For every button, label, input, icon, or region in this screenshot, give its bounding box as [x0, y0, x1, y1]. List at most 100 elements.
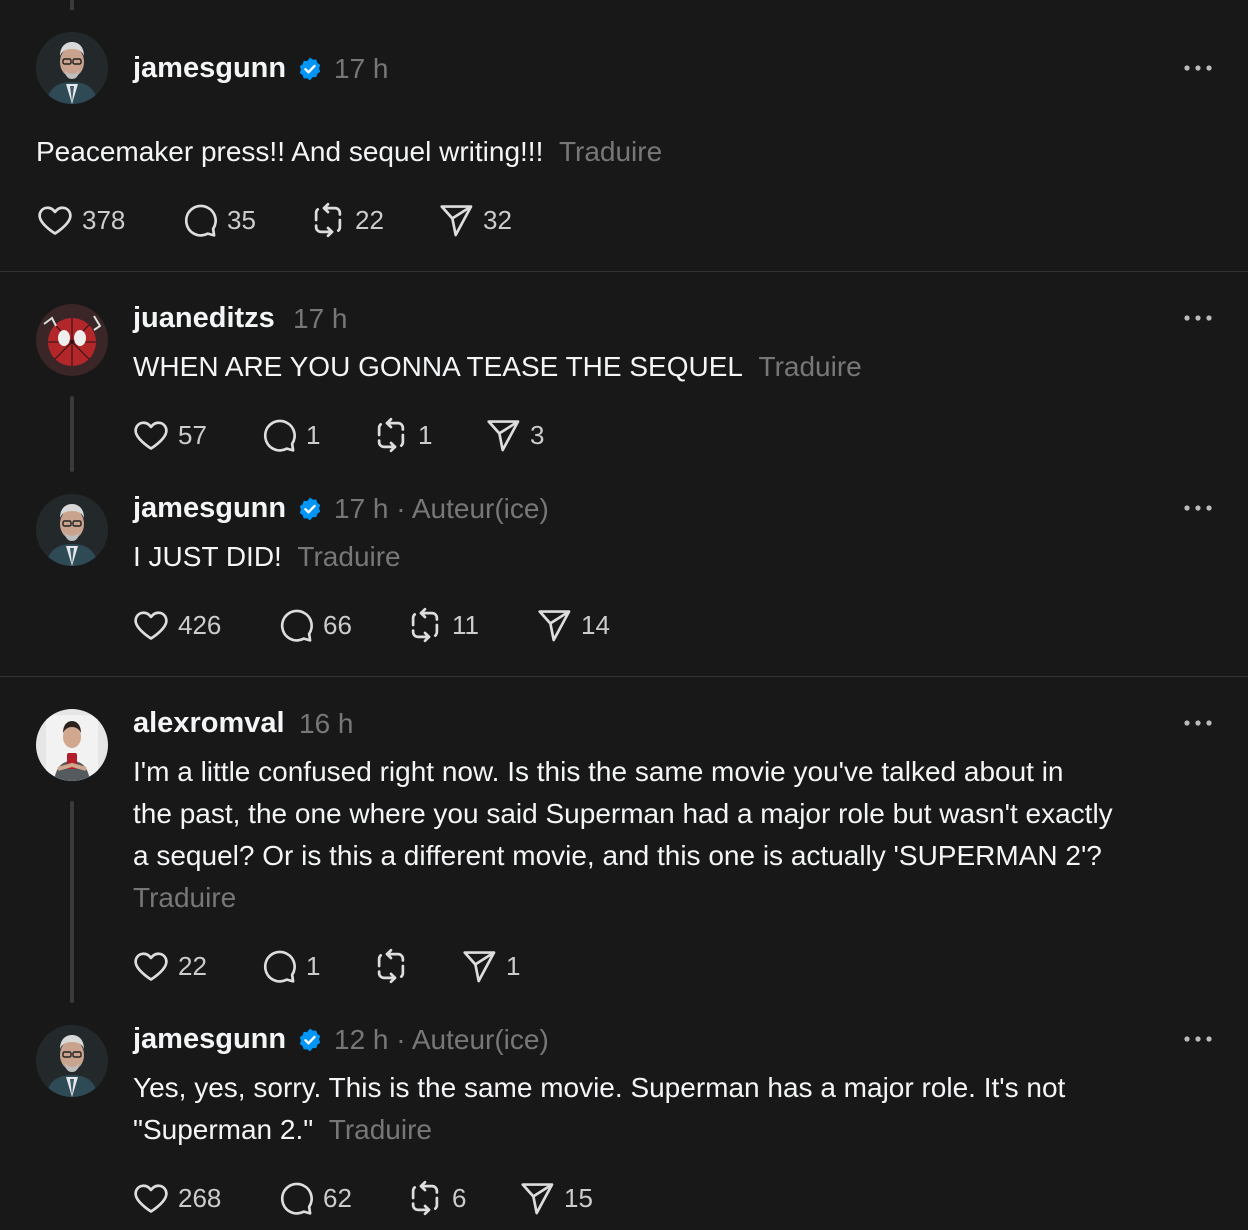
- action-bar: 57 1 1 3: [132, 415, 732, 455]
- translate-link[interactable]: Traduire: [329, 1114, 432, 1145]
- translate-link[interactable]: Traduire: [759, 351, 862, 382]
- action-bar: 378 35 22 32: [36, 200, 636, 240]
- send-icon: [518, 1179, 556, 1217]
- post-body: WHEN ARE YOU GONNA TEASE THE SEQUEL: [133, 351, 743, 382]
- thread-line: [70, 801, 74, 1003]
- heart-icon: [132, 606, 170, 644]
- share-button[interactable]: 32: [437, 200, 512, 240]
- reply-count: 62: [323, 1183, 352, 1213]
- repost-button[interactable]: [372, 946, 418, 986]
- share-count: 15: [564, 1183, 593, 1213]
- like-button[interactable]: 57: [132, 415, 207, 455]
- send-icon: [484, 416, 522, 454]
- translate-link[interactable]: Traduire: [559, 136, 662, 167]
- repost-button[interactable]: 1: [372, 415, 432, 455]
- avatar[interactable]: [36, 1025, 108, 1097]
- heart-icon: [132, 416, 170, 454]
- repost-icon: [309, 201, 347, 239]
- avatar[interactable]: [36, 32, 108, 104]
- post-text: I'm a little confused right now. Is this…: [133, 751, 1233, 919]
- more-options-icon[interactable]: [1183, 719, 1213, 727]
- share-count: 3: [530, 420, 545, 450]
- post-text-line: a sequel? Or is this a different movie, …: [133, 840, 1102, 871]
- send-icon: [460, 947, 498, 985]
- post-time: 17 h: [334, 53, 389, 84]
- more-options-icon[interactable]: [1183, 314, 1213, 322]
- username[interactable]: juaneditzs: [133, 300, 275, 336]
- verified-badge-icon: [297, 56, 323, 82]
- comment-icon: [181, 201, 219, 239]
- post-text: Peacemaker press!! And sequel writing!!!…: [36, 131, 1216, 173]
- translate-link[interactable]: Traduire: [297, 541, 400, 572]
- comment-icon: [260, 947, 298, 985]
- reply-button[interactable]: 66: [277, 605, 352, 645]
- share-count: 32: [483, 205, 512, 235]
- repost-icon: [406, 606, 444, 644]
- heart-icon: [36, 201, 74, 239]
- reply-count: 66: [323, 610, 352, 640]
- translate-link[interactable]: Traduire: [133, 877, 1233, 919]
- share-count: 1: [506, 951, 521, 981]
- repost-count: 22: [355, 205, 384, 235]
- reply-count: 35: [227, 205, 256, 235]
- reply-count: 1: [306, 951, 321, 981]
- thread-connector-top: [70, 0, 74, 10]
- post-text: Yes, yes, sorry. This is the same movie.…: [133, 1067, 1223, 1151]
- more-options-icon[interactable]: [1183, 504, 1213, 512]
- post-time: 17 h · Auteur(ice): [334, 493, 549, 524]
- action-bar: 268 62 6 15: [132, 1178, 732, 1218]
- post-text: WHEN ARE YOU GONNA TEASE THE SEQUEL Trad…: [133, 346, 1223, 388]
- avatar[interactable]: [36, 494, 108, 566]
- like-button[interactable]: 268: [132, 1178, 221, 1218]
- author-tag: Auteur(ice): [411, 1024, 549, 1055]
- username[interactable]: jamesgunn: [133, 490, 286, 526]
- like-count: 22: [178, 951, 207, 981]
- repost-button[interactable]: 22: [309, 200, 384, 240]
- comment-icon: [260, 416, 298, 454]
- reply-button[interactable]: 1: [260, 415, 320, 455]
- more-options-icon[interactable]: [1183, 64, 1213, 72]
- post-time: 17 h: [293, 303, 348, 334]
- post-text: I JUST DID! Traduire: [133, 536, 1223, 578]
- reply-button[interactable]: 62: [277, 1178, 352, 1218]
- comment-icon: [277, 1179, 315, 1217]
- post-body: Peacemaker press!! And sequel writing!!!: [36, 136, 544, 167]
- like-count: 426: [178, 610, 222, 640]
- repost-count: 6: [452, 1183, 467, 1213]
- post-time: 16 h: [299, 708, 354, 739]
- like-button[interactable]: 22: [132, 946, 207, 986]
- thread-line: [70, 396, 74, 472]
- share-button[interactable]: 14: [535, 605, 610, 645]
- share-button[interactable]: 3: [484, 415, 544, 455]
- heart-icon: [132, 1179, 170, 1217]
- reply-button[interactable]: 1: [260, 946, 320, 986]
- username[interactable]: alexromval: [133, 705, 285, 741]
- share-button[interactable]: 15: [518, 1178, 593, 1218]
- comment-icon: [277, 606, 315, 644]
- verified-badge-icon: [297, 1027, 323, 1053]
- like-button[interactable]: 426: [132, 605, 221, 645]
- author-tag: Auteur(ice): [411, 493, 549, 524]
- repost-count: 1: [418, 420, 433, 450]
- share-button[interactable]: 1: [460, 946, 520, 986]
- avatar[interactable]: [36, 304, 108, 376]
- more-options-icon[interactable]: [1183, 1035, 1213, 1043]
- post-text-line: the past, the one where you said Superma…: [133, 798, 1113, 829]
- repost-icon: [372, 947, 410, 985]
- username[interactable]: jamesgunn: [133, 50, 286, 86]
- post-text-line: "Superman 2." Traduire: [133, 1114, 432, 1145]
- send-icon: [437, 201, 475, 239]
- post-time: 12 h · Auteur(ice): [334, 1024, 549, 1055]
- repost-icon: [372, 416, 410, 454]
- like-button[interactable]: 378: [36, 200, 125, 240]
- like-count: 268: [178, 1183, 222, 1213]
- divider: [0, 271, 1248, 272]
- reply-button[interactable]: 35: [181, 200, 256, 240]
- post-text-line: I'm a little confused right now. Is this…: [133, 756, 1064, 787]
- repost-button[interactable]: 6: [406, 1178, 466, 1218]
- avatar[interactable]: [36, 709, 108, 781]
- send-icon: [535, 606, 573, 644]
- repost-button[interactable]: 11: [406, 605, 479, 645]
- action-bar: 22 1 1: [132, 946, 732, 986]
- username[interactable]: jamesgunn: [133, 1021, 286, 1057]
